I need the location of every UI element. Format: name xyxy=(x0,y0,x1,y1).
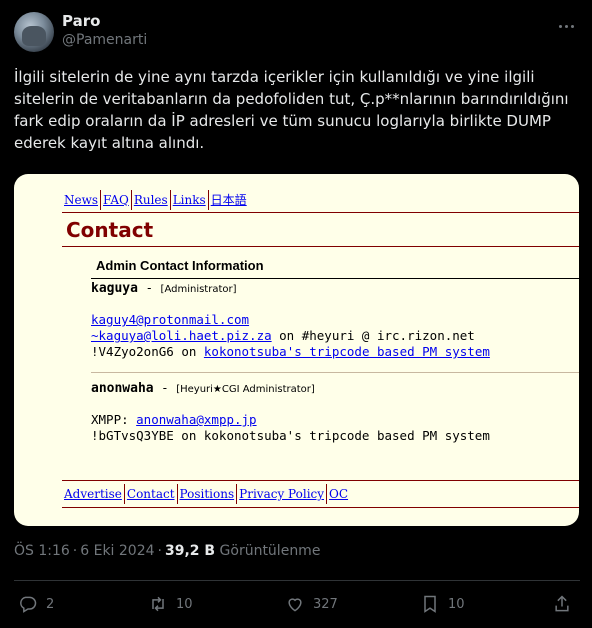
tweet-meta: ÖS 1:16 · 6 Eki 2024 · 39,2 B Görüntülenme xyxy=(14,543,321,559)
divider xyxy=(14,580,580,581)
section-title: Admin Contact Information xyxy=(96,258,264,273)
footer-contact-link: Contact xyxy=(125,484,178,504)
page-title: Contact xyxy=(66,218,154,242)
contact-role: [Heyuri★CGI Administrator] xyxy=(176,384,315,395)
xmpp-label: XMPP: xyxy=(91,412,137,427)
divider xyxy=(62,212,579,213)
nav-rules-link: Rules xyxy=(132,190,171,210)
nav-japanese-link: 日本語 xyxy=(210,193,247,207)
share-button[interactable] xyxy=(552,594,572,614)
avatar[interactable] xyxy=(14,12,54,52)
views-label: Görüntülenme xyxy=(219,543,321,559)
divider xyxy=(91,278,579,279)
tripcode-mid: on xyxy=(173,344,204,359)
divider xyxy=(62,480,579,481)
reply-icon xyxy=(20,596,37,613)
tripcode-link: kokonotsuba's tripcode based PM system xyxy=(203,344,490,359)
footer-oc-link: OC xyxy=(329,487,349,501)
bookmark-button[interactable]: 10 xyxy=(420,594,465,614)
retweet-button[interactable]: 10 xyxy=(148,594,193,614)
like-count: 327 xyxy=(313,596,338,612)
contact-name: kaguya xyxy=(91,281,138,296)
like-icon xyxy=(288,598,302,612)
author-name[interactable]: Paro xyxy=(62,12,100,30)
share-icon xyxy=(555,595,569,612)
xmpp-link: anonwaha@xmpp.jp xyxy=(136,412,257,427)
bookmark-count: 10 xyxy=(448,596,465,612)
nav-faq-link: FAQ xyxy=(101,190,132,210)
reply-button[interactable]: 2 xyxy=(18,594,54,614)
nav-links-link: Links xyxy=(171,190,209,210)
footer-advertise-link: Advertise xyxy=(62,484,125,504)
irc-link: ~kaguya@loli.haet.piz.za xyxy=(91,328,272,343)
page-nav: News FAQ Rules Links 日本語 xyxy=(62,190,249,210)
page-footer: Advertise Contact Positions Privacy Policy O… xyxy=(62,484,350,504)
tweet-time[interactable]: ÖS 1:16 xyxy=(14,543,70,559)
retweet-count: 10 xyxy=(176,596,193,612)
divider xyxy=(91,372,579,373)
author-handle[interactable]: @Pamenarti xyxy=(62,32,147,48)
nav-news-link: News xyxy=(62,190,102,210)
irc-suffix: on #heyuri @ irc.rizon.net xyxy=(271,328,475,343)
divider xyxy=(62,246,579,247)
bookmark-icon xyxy=(424,595,436,613)
contact-anonwaha: anonwaha - [Heyuri★CGI Administrator] XM… xyxy=(91,380,490,443)
tripcode-line: !bGTvsQ3YBE on kokonotsuba's tripcode ba… xyxy=(91,428,490,443)
action-bar: 2 10 327 10 xyxy=(14,590,578,618)
divider xyxy=(62,507,579,508)
like-button[interactable]: 327 xyxy=(285,594,338,614)
tweet-text: İlgili sitelerin de yine aynı tarzda içe… xyxy=(14,68,569,152)
more-icon[interactable] xyxy=(554,14,578,38)
footer-privacy-link: Privacy Policy xyxy=(237,484,328,504)
retweet-icon xyxy=(152,596,164,612)
contact-name: anonwaha xyxy=(91,381,154,396)
tweet-header: Paro @Pamenarti xyxy=(14,10,580,54)
view-count: 39,2 B xyxy=(164,543,216,559)
tweet-date[interactable]: 6 Eki 2024 xyxy=(80,543,154,559)
contact-kaguya: kaguya - [Administrator] kaguy4@protonma… xyxy=(91,280,490,359)
reply-count: 2 xyxy=(46,596,55,612)
attached-image[interactable]: News FAQ Rules Links 日本語 Contact Admin Conta… xyxy=(14,174,579,526)
footer-positions-link: Positions xyxy=(178,484,238,504)
email-link: kaguy4@protonmail.com xyxy=(91,312,250,327)
tripcode: !V4Zyo2onG6 xyxy=(91,344,174,359)
contact-role: [Administrator] xyxy=(160,284,237,295)
